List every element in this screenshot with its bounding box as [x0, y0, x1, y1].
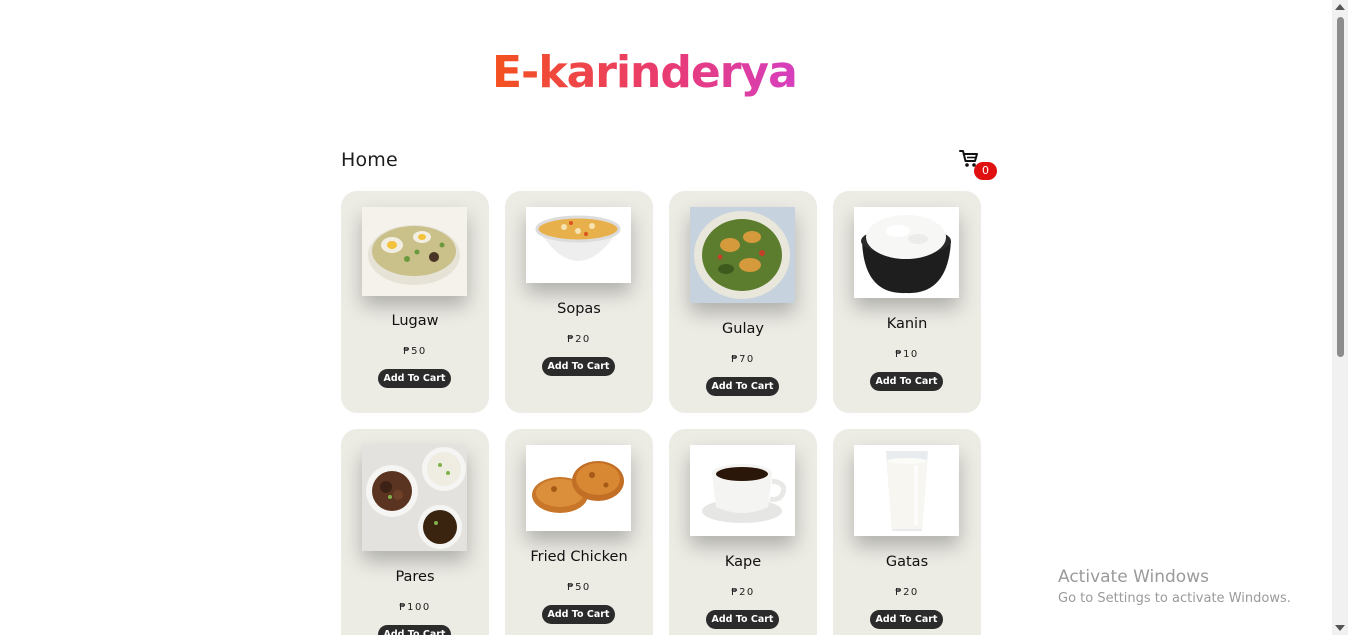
add-to-cart-button[interactable]: Add To Cart	[706, 377, 779, 396]
product-price: ₱20	[895, 587, 919, 598]
add-to-cart-button[interactable]: Add To Cart	[378, 625, 451, 635]
product-card: Kanin ₱10 Add To Cart	[833, 191, 981, 413]
add-to-cart-button[interactable]: Add To Cart	[870, 372, 943, 391]
product-card: Kape ₱20 Add To Cart	[669, 429, 817, 635]
product-card: Gatas ₱20 Add To Cart	[833, 429, 981, 635]
fried-chicken-image	[526, 445, 631, 531]
product-price: ₱50	[567, 582, 591, 593]
product-card: Gulay ₱70 Add To Cart	[669, 191, 817, 413]
product-name: Kape	[724, 554, 762, 570]
gatas-image	[854, 445, 959, 536]
vertical-scrollbar[interactable]	[1332, 0, 1348, 635]
header-row: Home 0	[341, 146, 1001, 182]
product-price: ₱20	[731, 587, 755, 598]
product-name: Pares	[395, 569, 435, 585]
product-price: ₱70	[731, 354, 755, 365]
gulay-image	[690, 207, 795, 303]
scroll-up-arrow-icon[interactable]	[1335, 4, 1345, 10]
kanin-image	[854, 207, 959, 298]
add-to-cart-button[interactable]: Add To Cart	[378, 369, 451, 388]
kape-image	[690, 445, 795, 536]
add-to-cart-button[interactable]: Add To Cart	[542, 357, 615, 376]
scroll-down-arrow-icon[interactable]	[1335, 625, 1345, 631]
product-price: ₱20	[567, 334, 591, 345]
product-price: ₱50	[403, 346, 427, 357]
scroll-thumb[interactable]	[1337, 17, 1344, 357]
product-name: Sopas	[557, 301, 601, 317]
cart-button[interactable]: 0	[959, 148, 999, 180]
product-name: Gatas	[885, 554, 929, 570]
sopas-image	[526, 207, 631, 283]
product-name: Gulay	[722, 321, 764, 337]
logo: E-karinderya	[492, 40, 832, 102]
product-card: Sopas ₱20 Add To Cart	[505, 191, 653, 413]
page-title: Home	[341, 149, 398, 171]
pares-image	[362, 445, 467, 551]
cart-count-badge: 0	[974, 162, 997, 180]
product-card: Fried Chicken ₱50 Add To Cart	[505, 429, 653, 635]
add-to-cart-button[interactable]: Add To Cart	[870, 610, 943, 629]
product-price: ₱100	[399, 602, 431, 613]
product-name: Fried Chicken	[530, 549, 628, 565]
lugaw-image	[362, 207, 467, 296]
activate-windows-subtitle: Go to Settings to activate Windows.	[1058, 591, 1291, 606]
product-card: Pares ₱100 Add To Cart	[341, 429, 489, 635]
product-name: Kanin	[886, 316, 928, 332]
product-name: Lugaw	[391, 313, 439, 329]
logo-text: E-karinderya	[492, 47, 797, 98]
product-card: Lugaw ₱50 Add To Cart	[341, 191, 489, 413]
product-price: ₱10	[895, 349, 919, 360]
add-to-cart-button[interactable]: Add To Cart	[542, 605, 615, 624]
activate-windows-title: Activate Windows	[1058, 567, 1209, 587]
activate-windows-watermark: Activate Windows Go to Settings to activ…	[1058, 567, 1291, 606]
add-to-cart-button[interactable]: Add To Cart	[706, 610, 779, 629]
